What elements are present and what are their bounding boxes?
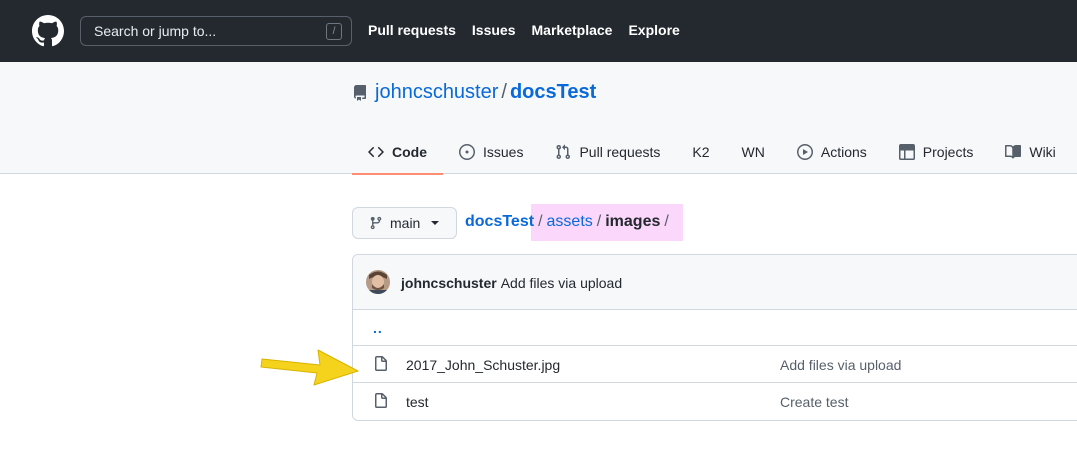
repo-header: johncschuster / docsTest Code Issues Pull … <box>0 62 1077 175</box>
tab-projects-label: Projects <box>922 143 974 160</box>
branch-select-button[interactable]: main <box>352 207 457 239</box>
breadcrumb-assets-link[interactable]: assets <box>547 213 593 230</box>
repo-name-link[interactable]: docsTest <box>510 81 596 103</box>
breadcrumb-current-folder: images <box>605 213 661 230</box>
tab-wiki[interactable]: Wiki <box>989 129 1071 174</box>
tab-code[interactable]: Code <box>352 129 443 175</box>
annotation-arrow-icon <box>260 349 359 386</box>
repo-title-separator: / <box>501 81 507 103</box>
play-icon <box>796 143 813 160</box>
code-icon <box>368 146 384 157</box>
tab-wiki-label: Wiki <box>1029 143 1056 160</box>
file-icon <box>375 356 387 371</box>
latest-commit-text: johncschuster Add files via upload <box>401 275 622 291</box>
tab-wn[interactable]: WN <box>726 129 781 174</box>
file-name-link[interactable]: test <box>406 394 429 410</box>
tab-wn-label: WN <box>741 143 765 160</box>
tab-issues[interactable]: Issues <box>443 129 539 174</box>
commit-message-link[interactable]: Add files via upload <box>501 275 622 291</box>
tab-actions-label: Actions <box>820 143 867 160</box>
issue-opened-icon <box>459 143 475 160</box>
breadcrumb-separator: / <box>664 213 669 230</box>
table-row[interactable]: 2017_John_Schuster.jpg Add files via upl… <box>353 346 1077 383</box>
nav-marketplace[interactable]: Marketplace <box>532 22 613 38</box>
tab-actions[interactable]: Actions <box>781 129 883 174</box>
latest-commit-row: johncschuster Add files via upload <box>353 255 1077 310</box>
parent-directory-link[interactable]: .. <box>373 320 383 336</box>
git-branch-icon <box>370 216 382 230</box>
tab-pull-requests[interactable]: Pull requests <box>539 129 676 174</box>
git-pull-request-icon <box>556 144 571 159</box>
breadcrumb: docsTest / assets / images / <box>465 213 673 231</box>
tab-issues-label: Issues <box>483 143 524 160</box>
nav-issues[interactable]: Issues <box>472 22 516 38</box>
breadcrumb-separator: / <box>538 213 543 230</box>
tab-code-label: Code <box>392 143 427 160</box>
book-icon <box>1005 144 1022 158</box>
tab-pull-requests-label: Pull requests <box>579 143 661 160</box>
search-input[interactable]: Search or jump to... / <box>80 16 352 46</box>
tab-k2-label: K2 <box>692 143 710 160</box>
branch-name: main <box>390 215 421 231</box>
nav-explore[interactable]: Explore <box>628 22 679 38</box>
file-icon <box>375 393 387 408</box>
repo-tabs: Code Issues Pull requests K2 WN Actions … <box>352 129 1072 175</box>
file-commit-message-link[interactable]: Create test <box>780 394 848 410</box>
tab-k2[interactable]: K2 <box>676 129 725 174</box>
table-icon <box>898 143 915 160</box>
nav-pull-requests[interactable]: Pull requests <box>368 22 456 38</box>
table-row[interactable]: test Create test <box>353 383 1077 420</box>
commit-author-link[interactable]: johncschuster <box>401 275 497 291</box>
breadcrumb-separator: / <box>596 213 602 230</box>
search-shortcut-key: / <box>326 23 342 40</box>
global-header: Search or jump to... / Pull requests Iss… <box>0 0 1077 62</box>
global-nav: Pull requests Issues Marketplace Explore <box>368 22 680 38</box>
avatar[interactable] <box>366 270 390 294</box>
file-commit-message-link[interactable]: Add files via upload <box>780 357 901 373</box>
github-logo-icon[interactable] <box>32 15 64 47</box>
repo-icon <box>354 85 366 101</box>
repo-title: johncschuster / docsTest <box>375 81 596 104</box>
chevron-down-icon <box>431 221 440 225</box>
repo-owner-link[interactable]: johncschuster <box>375 81 498 103</box>
parent-directory-row[interactable]: .. <box>353 310 1077 346</box>
file-list: johncschuster Add files via upload .. 201… <box>352 254 1077 421</box>
search-placeholder: Search or jump to... <box>94 23 217 39</box>
file-name-link[interactable]: 2017_John_Schuster.jpg <box>406 357 560 373</box>
tab-projects[interactable]: Projects <box>883 129 990 174</box>
breadcrumb-root-link[interactable]: docsTest <box>465 213 534 230</box>
